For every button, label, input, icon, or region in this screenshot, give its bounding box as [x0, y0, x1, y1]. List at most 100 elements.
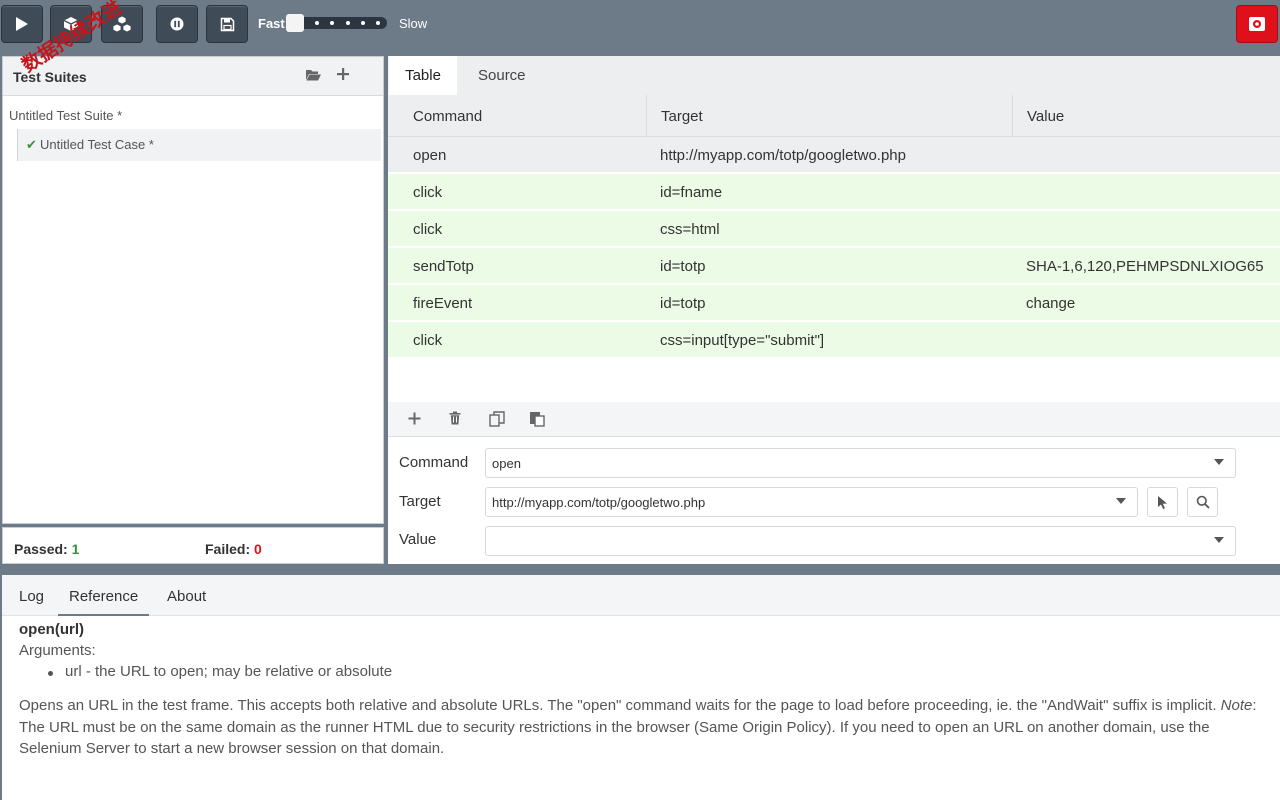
value-cell: SHA-1,6,120,PEHMPSDNLXIOG65	[1026, 258, 1264, 275]
delete-command-button[interactable]	[449, 411, 461, 427]
command-field-value: open	[492, 456, 521, 471]
bullet	[48, 671, 53, 676]
value-field[interactable]	[485, 526, 1236, 556]
command-row[interactable]: open http://myapp.com/totp/googletwo.php	[388, 137, 1280, 173]
bottom-panel: Log Reference About open(url) Arguments:…	[2, 575, 1280, 800]
command-row[interactable]: click id=fname	[388, 174, 1280, 210]
target-cell: id=totp	[660, 258, 706, 275]
command-row[interactable]: click css=input[type="submit"]	[388, 322, 1280, 358]
plus-icon	[408, 412, 421, 425]
value-cell: change	[1026, 295, 1076, 312]
pause-icon	[170, 17, 184, 31]
speed-slider-thumb[interactable]	[286, 14, 304, 32]
row-toolbar	[388, 402, 1280, 437]
reference-signature: open(url)	[19, 621, 84, 638]
command-cell: open	[413, 147, 447, 164]
tab-source[interactable]: Source	[478, 56, 526, 95]
add-suite-button[interactable]	[336, 65, 350, 85]
open-folder-button[interactable]	[305, 68, 322, 87]
copy-command-button[interactable]	[489, 411, 505, 429]
target-cell: css=input[type="submit"]	[660, 332, 825, 349]
test-suites-title: Test Suites	[13, 69, 87, 85]
reference-description-text: Opens an URL in the test frame. This acc…	[19, 697, 1217, 714]
play-icon	[16, 17, 28, 31]
command-row[interactable]: sendTotp id=totp SHA-1,6,120,PEHMPSDNLXI…	[388, 248, 1280, 284]
paste-command-button[interactable]	[529, 411, 545, 429]
record-button[interactable]	[1236, 5, 1278, 43]
value-field-label: Value	[399, 531, 437, 548]
target-cell: css=html	[660, 221, 720, 238]
run-all-button[interactable]	[1, 5, 43, 43]
tab-table[interactable]: Table	[389, 56, 457, 95]
target-field-value: http://myapp.com/totp/googletwo.php	[492, 495, 706, 510]
chevron-down-icon[interactable]	[1116, 498, 1126, 504]
speed-tick	[361, 21, 365, 25]
command-row[interactable]: fireEvent id=totp change	[388, 285, 1280, 321]
column-header-value: Value	[1027, 108, 1065, 125]
target-cell: id=totp	[660, 295, 706, 312]
test-case-item[interactable]: ✔ Untitled Test Case *	[17, 129, 381, 161]
speed-tick	[330, 21, 334, 25]
speed-tick	[315, 21, 319, 25]
folder-open-icon	[306, 70, 321, 81]
command-cell: sendTotp	[413, 258, 474, 275]
reference-description: Opens an URL in the test frame. This acc…	[19, 695, 1267, 760]
pause-button[interactable]	[156, 5, 198, 43]
trash-icon	[449, 411, 461, 425]
check-icon: ✔	[26, 137, 37, 152]
bottom-tabs: Log Reference About	[2, 575, 1280, 616]
toolbar: Fast Slow	[0, 0, 1280, 48]
select-target-button[interactable]	[1147, 487, 1178, 517]
failed-stat: Failed: 0	[205, 541, 262, 557]
reference-argument-item: url - the URL to open; may be relative o…	[65, 663, 393, 680]
target-cell: http://myapp.com/totp/googletwo.php	[660, 147, 906, 164]
speed-tick	[346, 21, 350, 25]
failed-count: 0	[254, 541, 262, 557]
speed-tick	[376, 21, 380, 25]
reference-note-label: Note	[1220, 697, 1253, 714]
run-stats: Passed: 1 Failed: 0	[2, 527, 384, 564]
passed-stat: Passed: 1	[14, 541, 79, 557]
add-command-button[interactable]	[408, 411, 421, 427]
test-suites-panel: Test Suites Untitled Test Suite * ✔ Unti…	[2, 56, 384, 524]
failed-label: Failed:	[205, 541, 251, 557]
command-cell: click	[413, 184, 443, 201]
save-button[interactable]	[206, 5, 248, 43]
find-target-button[interactable]	[1187, 487, 1218, 517]
command-cell: fireEvent	[413, 295, 473, 312]
command-row[interactable]: click css=html	[388, 211, 1280, 247]
command-cell: click	[413, 221, 443, 238]
test-case-name: Untitled Test Case *	[40, 137, 154, 152]
command-field[interactable]: open	[485, 448, 1236, 478]
plus-icon	[337, 68, 349, 80]
command-table: Command Target Value open http://myapp.c…	[388, 95, 1280, 358]
chevron-down-icon[interactable]	[1214, 537, 1224, 543]
search-icon	[1196, 495, 1210, 509]
command-table-header: Command Target Value	[388, 95, 1280, 137]
passed-label: Passed:	[14, 541, 68, 557]
speed-fast-label: Fast	[258, 16, 285, 31]
cursor-icon	[1157, 495, 1167, 509]
editor-tabs: Table Source	[388, 56, 1280, 95]
target-field-label: Target	[399, 493, 441, 510]
test-suites-header: Test Suites	[3, 57, 383, 96]
chevron-down-icon[interactable]	[1214, 459, 1224, 465]
paste-icon	[530, 412, 545, 427]
reference-arguments-label: Arguments:	[19, 642, 96, 659]
speed-slow-label: Slow	[399, 16, 428, 31]
copy-icon	[489, 411, 505, 427]
target-cell: id=fname	[660, 184, 723, 201]
command-field-label: Command	[399, 454, 469, 471]
test-suite-name[interactable]: Untitled Test Suite *	[9, 108, 122, 123]
record-icon	[1249, 17, 1265, 31]
target-field[interactable]: http://myapp.com/totp/googletwo.php	[485, 487, 1138, 517]
tab-log[interactable]: Log	[19, 588, 44, 605]
test-editor-panel: Table Source Command Target Value open h…	[388, 56, 1280, 564]
command-cell: click	[413, 332, 443, 349]
tab-about[interactable]: About	[167, 588, 206, 605]
column-header-target: Target	[647, 95, 1013, 137]
column-header-command: Command	[388, 95, 647, 137]
passed-count: 1	[71, 541, 80, 557]
tab-reference[interactable]: Reference	[58, 575, 150, 616]
floppy-icon	[220, 17, 234, 31]
